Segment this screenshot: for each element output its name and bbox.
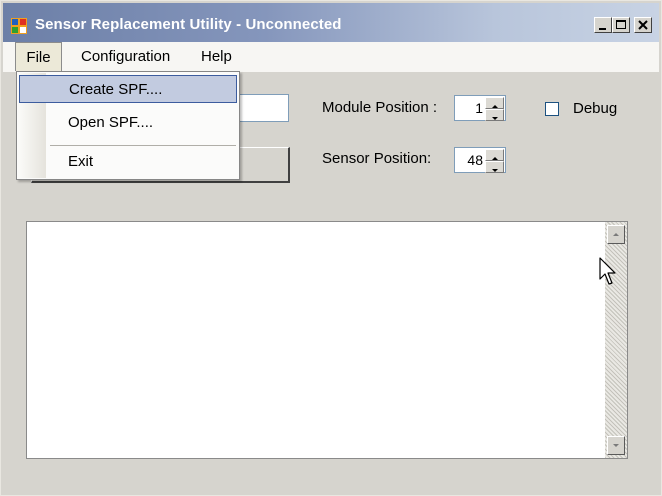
debug-label: Debug [573, 100, 618, 117]
close-icon [638, 20, 648, 30]
menu-file[interactable]: File [15, 42, 62, 71]
menu-item-exit[interactable]: Exit [19, 148, 237, 176]
maximize-icon [616, 20, 626, 29]
file-dropdown-menu: Create SPF.... Open SPF.... Exit [16, 71, 240, 180]
app-icon [11, 18, 27, 34]
down-arrow-icon [492, 117, 498, 120]
debug-checkbox[interactable] [545, 102, 559, 116]
mouse-cursor-icon [599, 257, 616, 285]
stepper-arrows [485, 149, 504, 173]
maximize-button[interactable] [612, 17, 630, 33]
app-window: Sensor Replacement Utility - Unconnected… [0, 0, 662, 496]
down-arrow-icon [492, 169, 498, 172]
down-arrow-button[interactable] [485, 161, 504, 173]
menu-configuration[interactable]: Configuration [81, 42, 170, 71]
minimize-button[interactable] [594, 17, 612, 33]
menu-bar: File Configuration Help [3, 42, 659, 72]
down-arrow-button[interactable] [485, 109, 504, 121]
scroll-up-button[interactable] [607, 225, 625, 244]
stepper-arrows [485, 97, 504, 121]
menu-separator [50, 145, 236, 146]
scroll-up-icon [613, 233, 619, 236]
menu-item-label: Create SPF.... [69, 81, 163, 98]
sensor-position-label: Sensor Position: [322, 150, 432, 167]
menu-help[interactable]: Help [201, 42, 232, 71]
close-button[interactable] [634, 17, 652, 33]
up-arrow-button[interactable] [485, 149, 504, 161]
minimize-icon [599, 28, 606, 30]
window-title: Sensor Replacement Utility - Unconnected [35, 16, 342, 33]
module-position-stepper[interactable]: 1 [454, 95, 506, 121]
scroll-down-button[interactable] [607, 436, 625, 455]
menu-item-label: Open SPF.... [68, 114, 154, 131]
scroll-down-icon [613, 444, 619, 447]
sensor-position-stepper[interactable]: 48 [454, 147, 506, 173]
output-textarea[interactable] [26, 221, 628, 459]
module-position-label: Module Position : [322, 99, 438, 116]
module-position-value: 1 [475, 100, 483, 116]
menu-item-create-spf[interactable]: Create SPF.... [19, 75, 237, 103]
menu-item-open-spf[interactable]: Open SPF.... [19, 109, 237, 137]
up-arrow-button[interactable] [485, 97, 504, 109]
sensor-position-value: 48 [467, 152, 483, 168]
title-bar[interactable]: Sensor Replacement Utility - Unconnected [3, 3, 659, 42]
menu-item-label: Exit [68, 153, 94, 170]
